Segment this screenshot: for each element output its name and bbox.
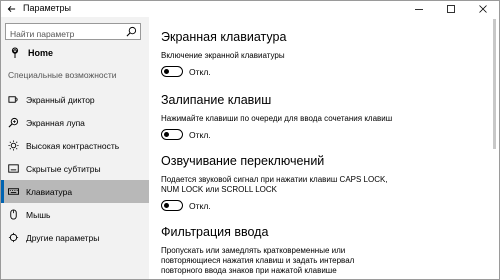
sticky-keys-toggle[interactable] <box>161 129 183 140</box>
maximize-button[interactable] <box>436 1 466 17</box>
section-description: Пропускать или замедлять кратковременные… <box>161 246 354 276</box>
magnifier-icon <box>7 117 19 129</box>
toggle-state-label: Откл. <box>189 66 211 77</box>
minimize-icon <box>415 9 423 10</box>
sidebar-item-mouse[interactable]: Мышь <box>1 203 149 226</box>
toggle-state-label: Откл. <box>189 200 211 211</box>
close-icon <box>479 5 487 13</box>
section-description: Включение экранной клавиатуры <box>161 51 285 60</box>
sidebar: Home Специальные возможности Экранный ди… <box>1 17 149 279</box>
description-line: повторяющиеся нажатия клавиш и задать ин… <box>161 256 355 265</box>
sidebar-item-label: Экранный диктор <box>26 94 95 105</box>
description-line: NUM LOCK или SCROLL LOCK <box>161 185 277 194</box>
captions-icon <box>7 163 19 175</box>
description-line: повторного ввода знаков при нажатой клав… <box>161 266 337 275</box>
sidebar-nav: Экранный диктор Экранная лупа Высокая ко… <box>1 88 149 249</box>
sidebar-item-label: Другие параметры <box>26 232 100 243</box>
sidebar-home-label: Home <box>28 48 54 58</box>
sidebar-item-label: Скрытые субтитры <box>26 163 101 174</box>
sticky-keys-section: Залипание клавиш Нажимайте клавиши по оч… <box>161 93 392 140</box>
toggle-knob <box>164 202 169 208</box>
home-icon <box>11 47 19 58</box>
maximize-icon <box>447 5 455 13</box>
sidebar-item-magnifier[interactable]: Экранная лупа <box>1 111 149 134</box>
sidebar-item-keyboard[interactable]: Клавиатура <box>1 180 149 203</box>
section-heading: Залипание клавиш <box>161 93 272 107</box>
keyboard-icon <box>7 186 19 198</box>
section-heading: Фильтрация ввода <box>161 225 269 239</box>
sidebar-item-label: Мышь <box>26 209 51 220</box>
filter-keys-section: Фильтрация ввода Пропускать или замедлят… <box>161 225 354 276</box>
sidebar-item-high-contrast[interactable]: Высокая контрастность <box>1 134 149 157</box>
toggle-knob <box>164 68 169 74</box>
close-button[interactable] <box>468 1 498 17</box>
toggle-row: Откл. <box>161 66 286 77</box>
toggle-keys-section: Озвучивание переключений Подается звуков… <box>161 154 388 211</box>
toggle-keys-toggle[interactable] <box>161 200 183 211</box>
search-box <box>5 23 141 42</box>
sidebar-item-captions[interactable]: Скрытые субтитры <box>1 157 149 180</box>
title-bar: Параметры <box>1 1 499 17</box>
window-title: Параметры <box>23 3 71 13</box>
main-content: Экранная клавиатура Включение экранной к… <box>149 17 489 279</box>
search-icon[interactable] <box>126 26 137 37</box>
scrollbar[interactable] <box>491 17 499 279</box>
onscreen-keyboard-section: Экранная клавиатура Включение экранной к… <box>161 30 286 77</box>
toggle-state-label: Откл. <box>189 129 211 140</box>
toggle-knob <box>164 131 169 137</box>
other-options-icon <box>7 232 19 244</box>
section-description: Нажимайте клавиши по очереди для ввода с… <box>161 114 393 123</box>
scroll-thumb[interactable] <box>493 19 496 149</box>
search-input[interactable] <box>6 26 124 42</box>
description-line: Пропускать или замедлять кратковременные… <box>161 246 346 255</box>
sidebar-item-label: Экранная лупа <box>26 117 85 128</box>
settings-window: Параметры Home Специальные <box>0 0 500 280</box>
minimize-button[interactable] <box>404 1 434 17</box>
toggle-row: Откл. <box>161 129 392 140</box>
toggle-row: Откл. <box>161 200 388 211</box>
sidebar-item-label: Клавиатура <box>26 186 73 197</box>
sidebar-item-narrator[interactable]: Экранный диктор <box>1 88 149 111</box>
sidebar-item-label: Высокая контрастность <box>26 140 120 151</box>
section-heading: Экранная клавиатура <box>161 30 287 44</box>
back-button[interactable] <box>1 1 21 17</box>
contrast-icon <box>7 140 19 152</box>
description-line: Подается звуковой сигнал при нажатии кла… <box>161 175 388 184</box>
sidebar-item-home[interactable]: Home <box>1 44 149 62</box>
narrator-icon <box>7 94 19 106</box>
section-heading: Озвучивание переключений <box>161 154 325 168</box>
sidebar-item-other-options[interactable]: Другие параметры <box>1 226 149 249</box>
section-description: Подается звуковой сигнал при нажатии кла… <box>161 175 388 195</box>
onscreen-keyboard-toggle[interactable] <box>161 66 183 77</box>
mouse-icon <box>7 209 19 221</box>
section-label: Специальные возможности <box>8 70 117 80</box>
back-arrow-icon <box>7 5 15 13</box>
